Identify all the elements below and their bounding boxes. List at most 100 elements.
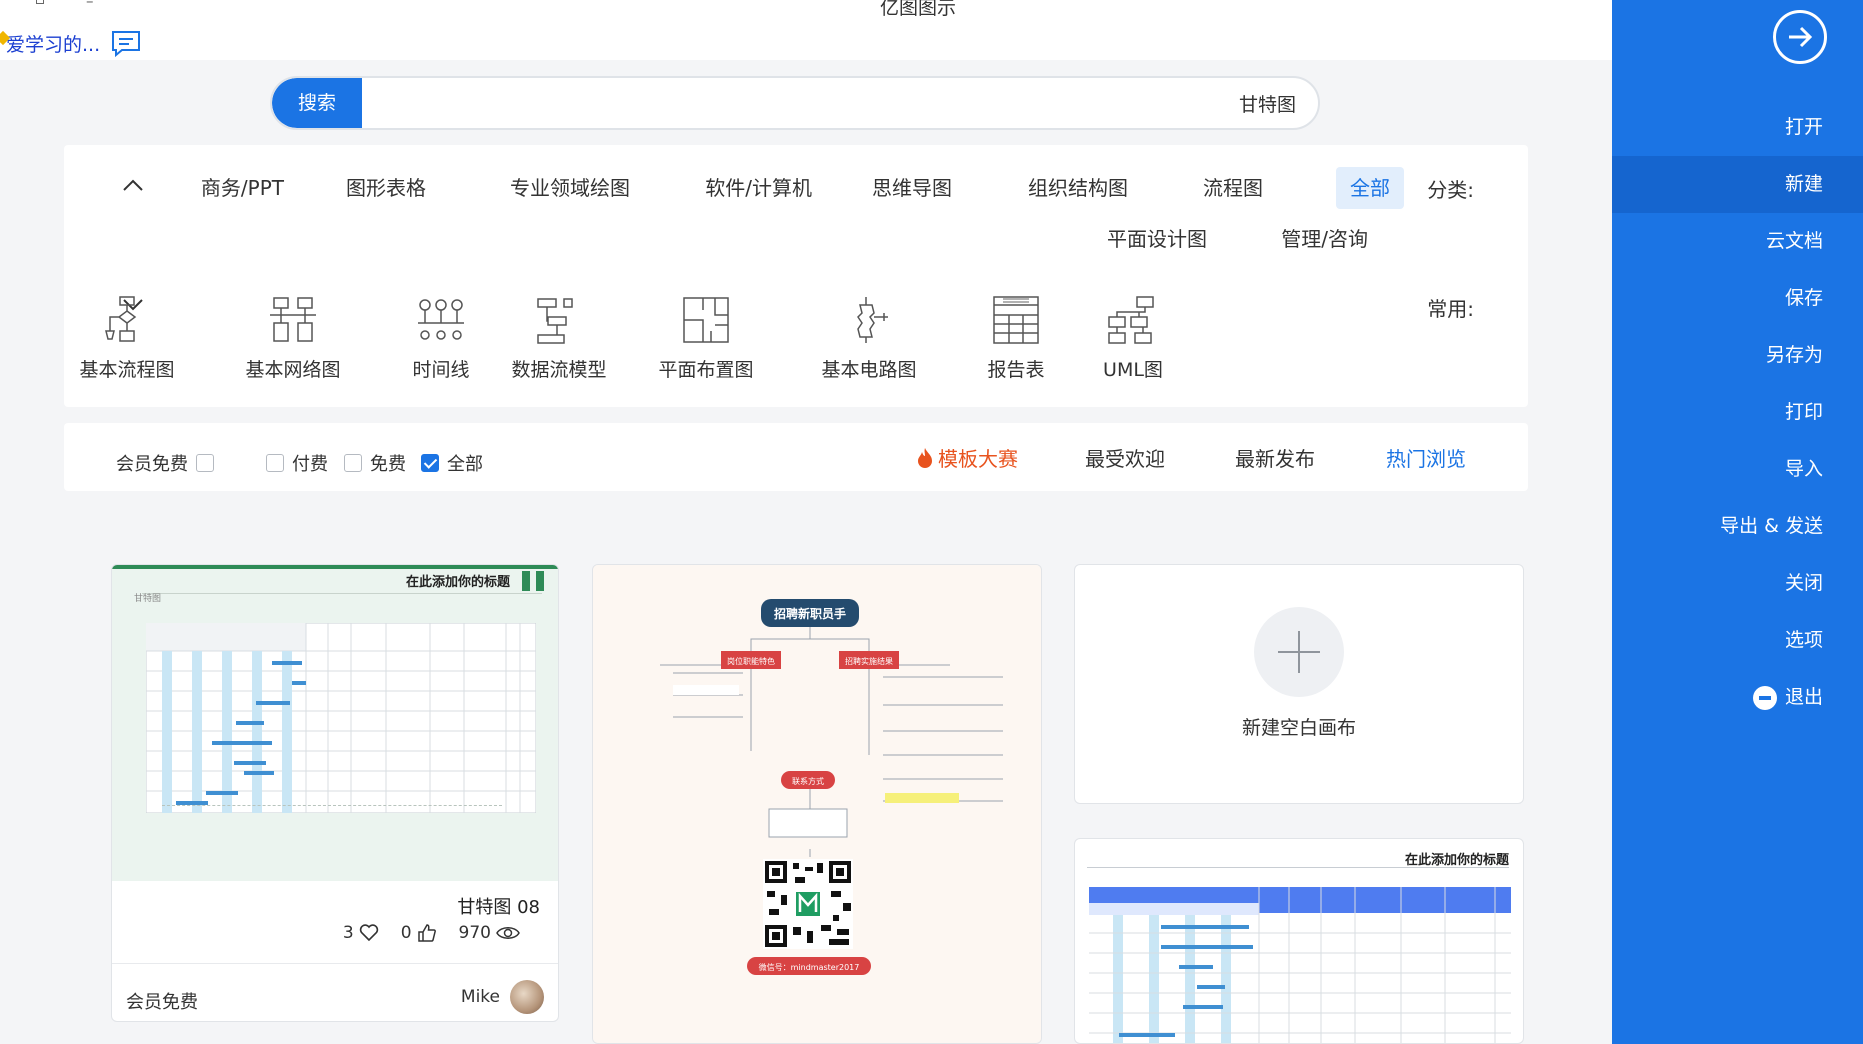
plus-icon xyxy=(1254,607,1344,697)
new-blank-canvas-label: 新建空白画布 xyxy=(1241,717,1356,739)
category-professional[interactable]: 专业领域绘图 xyxy=(510,167,630,209)
thumb-subtitle: 甘特图 xyxy=(134,594,162,604)
template-search: 搜索 xyxy=(270,76,1320,130)
data-flow-icon xyxy=(537,298,573,344)
window-icon[interactable] xyxy=(36,0,44,4)
sidebar-header xyxy=(1612,0,1863,125)
sidebar-item-export-send[interactable]: 导出 & 发送 xyxy=(1612,498,1863,555)
flowchart-icon xyxy=(105,296,137,342)
common-floor-plan-label: 平面布置图 xyxy=(658,359,754,381)
common-flowchart[interactable]: 基本流程图 xyxy=(72,295,182,382)
circuit-icon xyxy=(857,297,888,343)
timeline-icon xyxy=(418,299,464,340)
sidebar-item-cloud-docs[interactable]: 云文档 xyxy=(1612,213,1863,270)
common-network-label: 基本网络图 xyxy=(245,359,341,381)
back-button[interactable] xyxy=(1773,10,1827,64)
common-floor-plan[interactable]: 平面布置图 xyxy=(651,295,761,382)
search-button[interactable]: 搜索 xyxy=(272,78,362,128)
common-report-table[interactable]: 报告表 xyxy=(961,295,1071,382)
likes-stat[interactable]: 0 xyxy=(401,923,437,943)
common-uml[interactable]: UML图 xyxy=(1078,295,1188,382)
common-data-flow[interactable]: 数据流模型 xyxy=(504,295,614,382)
sidebar-item-save-as[interactable]: 另存为 xyxy=(1612,327,1863,384)
common-uml-label: UML图 xyxy=(1103,359,1163,381)
template-card-gantt-blue[interactable]: 在此添加你的标题 xyxy=(1074,838,1524,1044)
qr-label: 微信号：mindmaster2017 xyxy=(759,962,860,972)
fire-icon xyxy=(918,447,932,468)
thumb-accent-bar xyxy=(112,565,558,569)
card-price: 会员免费 xyxy=(126,992,198,1013)
filter-paid[interactable]: 付费 xyxy=(266,450,328,476)
card-author[interactable]: Mike xyxy=(461,980,544,1014)
filter-free[interactable]: 免费 xyxy=(344,450,406,476)
app-title: 亿图图示 xyxy=(880,0,957,19)
category-label: 分类: xyxy=(1427,178,1474,202)
category-business-ppt[interactable]: 商务/PPT xyxy=(201,167,284,209)
thumb-rule xyxy=(142,593,542,594)
new-blank-canvas-card[interactable]: 新建空白画布 xyxy=(1074,564,1524,804)
sidebar-item-close[interactable]: 关闭 xyxy=(1612,555,1863,612)
gantt-blue-thumb-chart xyxy=(1089,887,1511,1043)
tab-most-popular[interactable]: 最受欢迎 xyxy=(1085,443,1165,472)
card-thumbnail: 在此添加你的标题 甘特图 xyxy=(112,565,558,881)
template-card-gantt[interactable]: 在此添加你的标题 甘特图 甘特图 08 3 0 970 会员免费 Mike xyxy=(111,564,559,1022)
common-report-table-label: 报告表 xyxy=(987,359,1045,381)
thumb-title: 在此添加你的标题 xyxy=(405,575,510,590)
mindmap-left-branch: 岗位职能特色 xyxy=(727,656,775,666)
common-network[interactable]: 基本网络图 xyxy=(238,295,348,382)
thumb-accent-block xyxy=(536,571,544,591)
tab-newest[interactable]: 最新发布 xyxy=(1235,443,1315,472)
qr-code xyxy=(763,859,853,949)
common-label: 常用: xyxy=(1427,297,1474,321)
category-flowchart[interactable]: 流程图 xyxy=(1203,167,1263,209)
sidebar-item-save[interactable]: 保存 xyxy=(1612,270,1863,327)
gantt-thumb-chart xyxy=(146,623,536,813)
chevron-up-icon[interactable] xyxy=(120,173,146,199)
filter-all-checkbox[interactable] xyxy=(421,454,439,472)
report-table-icon xyxy=(993,296,1039,344)
learn-link[interactable]: 爱学习的... xyxy=(0,29,142,57)
category-management[interactable]: 管理/咨询 xyxy=(1281,218,1368,260)
card-footer: 会员免费 Mike xyxy=(112,963,558,1021)
sidebar-item-print[interactable]: 打印 xyxy=(1612,384,1863,441)
category-software[interactable]: 软件/计算机 xyxy=(705,167,812,209)
filter-paid-label: 付费 xyxy=(292,454,328,475)
minimize-icon[interactable]: – xyxy=(86,0,94,10)
floor-plan-icon xyxy=(683,297,729,343)
filter-all[interactable]: 全部 xyxy=(421,450,483,476)
avatar xyxy=(510,980,544,1014)
filter-free-checkbox[interactable] xyxy=(344,454,362,472)
category-org-chart[interactable]: 组织结构图 xyxy=(1028,167,1128,209)
template-card-mindmap[interactable]: 招聘新职员手 岗位职能特色 招聘实施结果 联系方式 微信号：mindmaster… xyxy=(592,564,1042,1044)
category-panel: 分类: 全部 流程图 组织结构图 思维导图 软件/计算机 专业领域绘图 图形表格… xyxy=(64,145,1528,407)
category-mind-map[interactable]: 思维导图 xyxy=(872,167,952,209)
tab-template-contest[interactable]: 模板大赛 xyxy=(916,443,1018,472)
common-timeline[interactable]: 时间线 xyxy=(386,295,496,382)
thumbs-up-icon xyxy=(417,924,436,942)
arrow-right-icon xyxy=(1789,26,1813,48)
filter-member-free[interactable]: 会员免费 xyxy=(116,450,214,476)
filter-member-free-checkbox[interactable] xyxy=(196,454,214,472)
category-all[interactable]: 全部 xyxy=(1336,167,1404,209)
filter-paid-checkbox[interactable] xyxy=(266,454,284,472)
exit-icon xyxy=(1752,685,1777,710)
tab-hot-browse[interactable]: 热门浏览 xyxy=(1386,443,1466,472)
favorites-count: 3 xyxy=(342,923,354,943)
message-icon xyxy=(112,31,141,57)
file-menu-sidebar: 打开 新建 云文档 保存 另存为 打印 导入 导出 & 发送 关闭 选项 退出 xyxy=(1612,0,1863,1044)
category-graphic-table[interactable]: 图形表格 xyxy=(346,167,426,209)
sidebar-item-exit[interactable]: 退出 xyxy=(1612,669,1863,726)
author-name: Mike xyxy=(460,987,500,1007)
common-flowchart-label: 基本流程图 xyxy=(79,359,175,381)
common-timeline-label: 时间线 xyxy=(412,359,470,381)
search-input[interactable] xyxy=(368,78,1318,128)
sidebar-item-new[interactable]: 新建 xyxy=(1612,156,1863,213)
learn-link-label: 爱学习的... xyxy=(6,33,101,56)
mindmap-bottom-branch: 联系方式 xyxy=(792,776,824,786)
common-circuit[interactable]: 基本电路图 xyxy=(814,295,924,382)
favorites-stat[interactable]: 3 xyxy=(343,923,379,943)
sidebar-item-import[interactable]: 导入 xyxy=(1612,441,1863,498)
filter-member-free-label: 会员免费 xyxy=(116,454,188,475)
sidebar-item-options[interactable]: 选项 xyxy=(1612,612,1863,669)
category-graphic-design[interactable]: 平面设计图 xyxy=(1107,218,1207,260)
